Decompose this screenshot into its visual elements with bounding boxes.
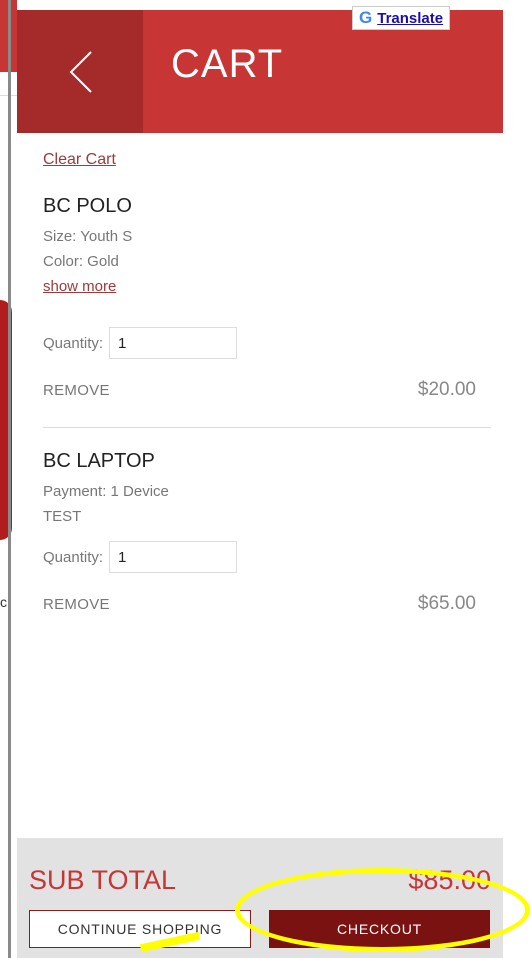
quantity-label: Quantity: — [43, 334, 104, 352]
continue-shopping-button[interactable]: CONTINUE SHOPPING — [29, 910, 251, 948]
item-price: $65.00 — [417, 593, 476, 614]
item-divider — [43, 427, 491, 428]
back-button[interactable] — [17, 10, 143, 133]
background-text: c — [0, 594, 7, 610]
google-g-icon: G — [359, 8, 373, 27]
cart-drawer: CART Clear Cart BC POLO Size: Youth S Co… — [17, 10, 503, 958]
checkout-button[interactable]: CHECKOUT — [269, 910, 490, 948]
item-name: BC POLO — [43, 195, 132, 217]
quantity-row: Quantity: — [43, 327, 238, 359]
translate-link[interactable]: Translate — [377, 10, 443, 27]
subtotal-value: $85.00 — [408, 865, 491, 895]
remove-button[interactable]: REMOVE — [43, 596, 110, 613]
cart-item: BC POLO Size: Youth S Color: Gold show m… — [43, 195, 491, 295]
item-option: Color: Gold — [43, 253, 119, 270]
cart-footer: SUB TOTAL $85.00 CONTINUE SHOPPING CHECK… — [17, 838, 503, 958]
chevron-left-icon — [69, 51, 92, 93]
drawer-shadow — [8, 0, 11, 958]
clear-cart-link[interactable]: Clear Cart — [43, 151, 116, 169]
remove-button[interactable]: REMOVE — [43, 382, 110, 399]
item-price: $20.00 — [417, 379, 476, 400]
cart-item: BC LAPTOP Payment: 1 Device TEST — [43, 450, 491, 529]
page-title: CART — [171, 42, 284, 86]
show-more-link[interactable]: show more — [43, 278, 491, 295]
google-translate-widget[interactable]: G Translate — [352, 6, 451, 30]
quantity-input[interactable] — [109, 327, 238, 359]
quantity-label: Quantity: — [43, 548, 104, 566]
item-name: BC LAPTOP — [43, 450, 155, 472]
quantity-input[interactable] — [109, 541, 238, 573]
item-option: Size: Youth S — [43, 228, 133, 245]
item-option: TEST — [43, 508, 82, 525]
quantity-row: Quantity: — [43, 541, 238, 573]
subtotal-label: SUB TOTAL — [29, 865, 177, 895]
item-option: Payment: 1 Device — [43, 483, 169, 500]
